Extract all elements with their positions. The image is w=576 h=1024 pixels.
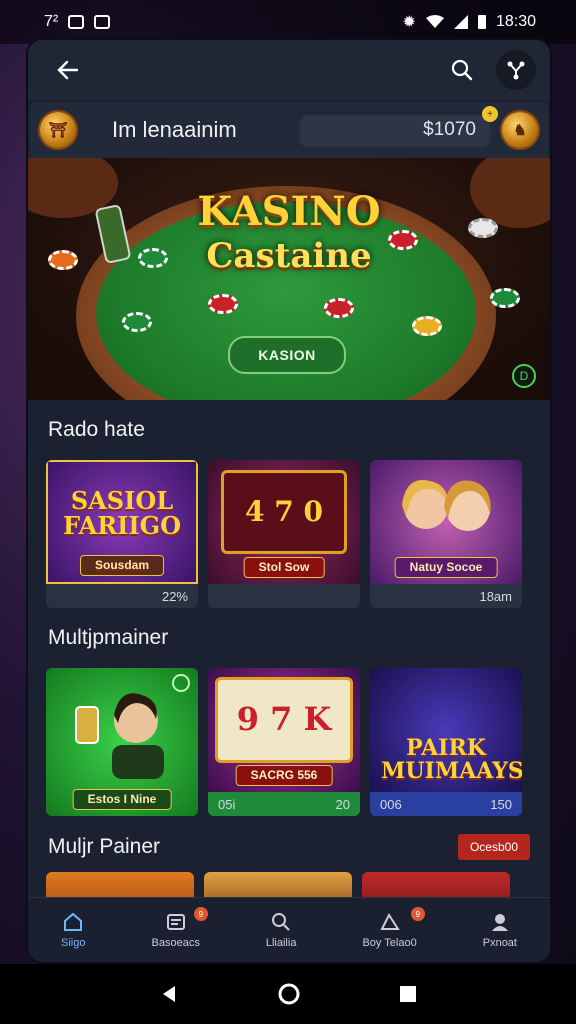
- status-bar: 7² ✹ 18:30: [0, 0, 576, 44]
- game-label: SACRG 556: [235, 765, 333, 786]
- search-icon: [272, 913, 290, 931]
- game-art: Estos I Nine: [46, 668, 198, 816]
- game-row-2: Estos I Nine 9 7 K SACRG 556 05i 20 PAIR…: [28, 668, 550, 816]
- game-footer: 05i 20: [208, 792, 360, 816]
- notification-icon: [68, 15, 85, 29]
- account-header: ⛩ Im lenaainim $1070 + ♞: [30, 102, 548, 158]
- player-illustration: [75, 693, 164, 779]
- system-nav-bar: [0, 964, 576, 1024]
- chip: [490, 288, 520, 308]
- nav-search[interactable]: Lliailia: [265, 911, 297, 949]
- wifi-icon: [425, 15, 444, 28]
- game-footer: 18am: [479, 588, 512, 604]
- rewards-coin-icon[interactable]: ♞: [502, 112, 538, 148]
- recents-square-icon[interactable]: [399, 985, 417, 1003]
- game-row-1: SASIOL FARIIGO Sousdam 22% 4 7 0 Stol So…: [28, 460, 550, 608]
- gear-icon: ✹: [402, 14, 416, 31]
- nav-label: Boy Telao0: [362, 937, 417, 949]
- top-bar: [28, 40, 550, 100]
- nav-label: Pxnoat: [482, 937, 517, 949]
- hero-badge: D: [512, 364, 536, 388]
- add-funds-icon[interactable]: +: [482, 106, 498, 122]
- favorite-icon[interactable]: [172, 674, 190, 692]
- game-art: PAIRK MUIMAAYS: [370, 668, 522, 792]
- share-button[interactable]: [496, 50, 536, 90]
- header-title: Im lenaainim: [112, 117, 237, 142]
- chip: [324, 298, 354, 318]
- nav-badge: 9: [410, 907, 425, 921]
- back-button[interactable]: [48, 50, 88, 90]
- app-window: ⛩ Im lenaainim $1070 + ♞ KASINO Castaine…: [28, 40, 550, 962]
- chip: [122, 312, 152, 332]
- game-card[interactable]: 9 7 K SACRG 556 05i 20: [208, 668, 360, 816]
- search-button[interactable]: [442, 50, 482, 90]
- hero-play-button[interactable]: KASION: [228, 336, 346, 374]
- section-title-rado-hate: Rado hate: [48, 418, 145, 441]
- home-icon: [64, 912, 83, 931]
- game-footer: 006 150: [370, 792, 522, 816]
- game-label: Sousdam: [79, 555, 165, 576]
- nav-badge: 9: [193, 907, 208, 921]
- game-label: Natuy Socoe: [394, 557, 498, 578]
- game-card[interactable]: 4 7 0 Stol Sow: [208, 460, 360, 608]
- section-title-muljr-painer: Muljr Painer: [48, 835, 161, 858]
- home-circle-icon[interactable]: [277, 982, 301, 1006]
- casino-logo-icon[interactable]: ⛩: [40, 112, 76, 148]
- slot-reel-text: 9 7 K: [236, 700, 332, 739]
- sim-icon: [94, 15, 111, 29]
- nav-home[interactable]: Siigo: [61, 911, 85, 949]
- section-title-multjpmainer: Multjpmainer: [48, 626, 169, 649]
- chip: [412, 316, 442, 336]
- game-footer-right: 20: [335, 796, 350, 812]
- game-card[interactable]: Estos I Nine: [46, 668, 198, 816]
- bottom-nav: Siigo 9 Basoeacs Lliailia 9 Boy Telao0 P…: [28, 897, 550, 962]
- search-icon: [451, 59, 473, 81]
- game-footer-left: 006: [380, 796, 402, 812]
- status-time: 18:30: [495, 13, 536, 30]
- nav-label: Basoeacs: [151, 937, 200, 949]
- game-label: Estos I Nine: [72, 789, 172, 810]
- balance-display[interactable]: $1070 +: [298, 106, 498, 148]
- nav-label: Lliailia: [265, 937, 297, 949]
- status-left-text: 7²: [44, 13, 59, 30]
- nav-profile[interactable]: Pxnoat: [483, 911, 517, 949]
- back-arrow-icon: [57, 60, 79, 80]
- game-card[interactable]: PAIRK MUIMAAYS 006 150: [370, 668, 522, 816]
- share-icon: [507, 61, 525, 80]
- game-art-title: SASIOL FARIIGO: [62, 485, 182, 540]
- profile-icon: [491, 914, 508, 931]
- players-illustration: [402, 480, 491, 531]
- game-footer: [208, 584, 360, 608]
- game-label: Stol Sow: [243, 557, 325, 578]
- signal-icon: [453, 15, 468, 29]
- game-card[interactable]: Natuy Socoe 18am: [370, 460, 522, 608]
- game-footer: 22%: [161, 588, 188, 604]
- game-card[interactable]: SASIOL FARIIGO Sousdam 22%: [46, 460, 198, 608]
- slot-reels: 9 7 K: [215, 677, 353, 763]
- slot-reel-text: 4 7 0: [245, 495, 323, 529]
- game-art: 9 7 K SACRG 556: [208, 668, 360, 792]
- nav-boy-telao[interactable]: 9 Boy Telao0: [362, 907, 425, 949]
- slot-reels: 4 7 0: [221, 470, 347, 554]
- game-footer-right: 150: [490, 796, 512, 812]
- see-all-button[interactable]: Ocesb00: [457, 834, 530, 860]
- list-icon: [166, 914, 185, 930]
- hero-title-line2: Castaine: [206, 236, 372, 276]
- game-art: SASIOL FARIIGO Sousdam: [46, 460, 198, 584]
- chip: [208, 294, 238, 314]
- nav-basoeacs[interactable]: 9 Basoeacs: [151, 907, 208, 949]
- balance-value: $1070: [423, 119, 476, 140]
- section-header-muljr-painer: Muljr Painer Ocesb00: [28, 822, 550, 872]
- battery-icon: [477, 15, 486, 29]
- game-footer-left: 05i: [218, 796, 236, 812]
- nav-label: Siigo: [61, 937, 86, 949]
- hero-banner[interactable]: KASINO Castaine KASION D: [28, 158, 550, 400]
- game-art: Natuy Socoe: [370, 460, 522, 584]
- back-triangle-icon[interactable]: [159, 984, 179, 1004]
- game-art: 4 7 0 Stol Sow: [208, 460, 360, 584]
- game-art-title: PAIRK MUIMAAYS: [381, 734, 522, 784]
- hero-title-line1: KASINO: [197, 188, 381, 235]
- cards-icon: [379, 912, 400, 930]
